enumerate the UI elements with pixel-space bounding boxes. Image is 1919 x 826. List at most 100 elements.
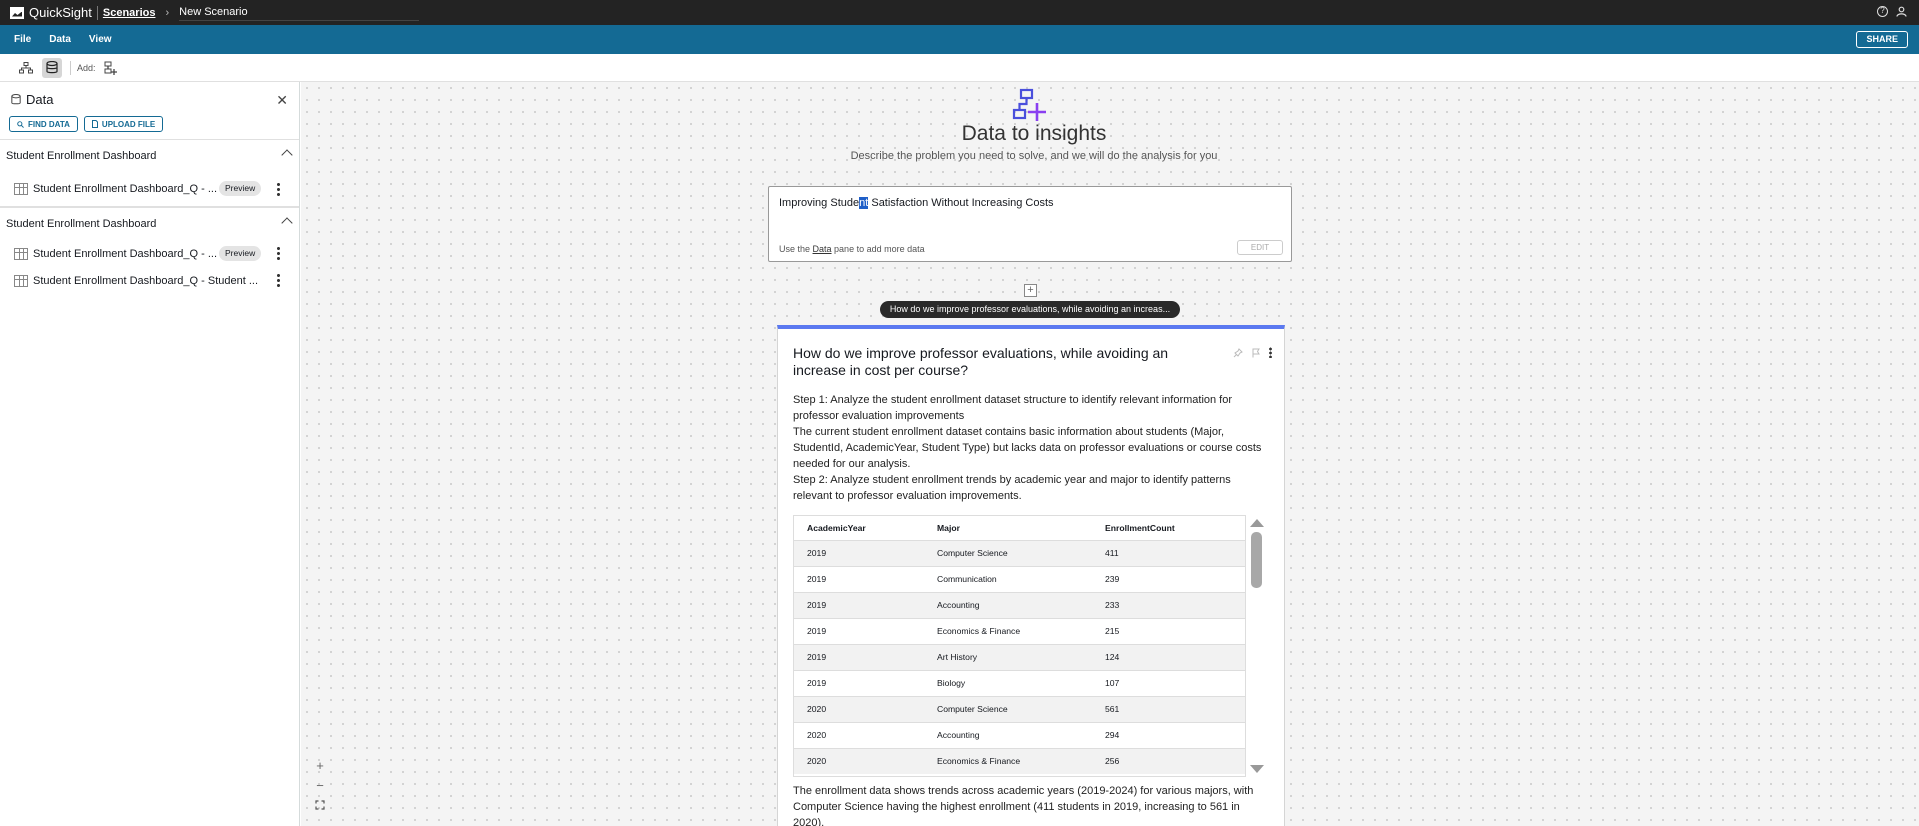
table-row: 2019 Accounting 233 <box>794 591 1245 618</box>
menu-view[interactable]: View <box>89 34 112 45</box>
column-header[interactable]: Major <box>924 516 1092 540</box>
scroll-thumb[interactable] <box>1251 532 1262 588</box>
hint-text: Use the <box>779 244 813 254</box>
table-cell: 107 <box>1092 669 1245 696</box>
top-bar: QuickSight Scenarios › New Scenario ? <box>0 0 1919 25</box>
more-options-icon[interactable] <box>277 246 280 261</box>
selected-text: nt <box>859 197 869 209</box>
table-cell: Biology <box>924 669 1092 696</box>
dataset-group-header[interactable]: Student Enrollment Dashboard <box>0 207 299 240</box>
table-row: 2019 Computer Science 411 <box>794 539 1245 566</box>
table-cell: 215 <box>1092 617 1245 644</box>
table-cell: 2019 <box>794 591 924 618</box>
menu-data[interactable]: Data <box>49 34 71 45</box>
divider <box>96 5 98 20</box>
dataset-group-header[interactable]: Student Enrollment Dashboard <box>0 139 299 172</box>
scroll-up-icon[interactable] <box>1250 519 1264 527</box>
more-options-icon[interactable] <box>277 182 280 197</box>
column-header[interactable]: EnrollmentCount <box>1092 516 1245 540</box>
scenario-name-field[interactable]: New Scenario <box>179 4 420 21</box>
find-data-button[interactable]: FIND DATA <box>9 116 78 132</box>
data-to-insights-icon <box>1012 88 1046 121</box>
analysis-summary: The enrollment data shows trends across … <box>793 785 1254 826</box>
dataset-group-name: Student Enrollment Dashboard <box>6 150 157 162</box>
zoom-in-button[interactable]: + <box>312 756 328 776</box>
table-cell: Communication <box>924 565 1092 592</box>
quicksight-logo-icon <box>10 6 24 19</box>
table-row: 2019 Biology 107 <box>794 669 1245 696</box>
table-cell: 239 <box>1092 565 1245 592</box>
search-icon <box>17 120 24 128</box>
table-cell: Computer Science <box>924 695 1092 722</box>
table-cell: Computer Science <box>924 539 1092 566</box>
add-block-icon <box>104 61 117 75</box>
page-title: Data to insights <box>961 122 1107 145</box>
card-body: Step 1: Analyze the student enrollment d… <box>793 392 1271 504</box>
add-step-button[interactable]: + <box>1024 284 1037 297</box>
prompt-text-segment: Satisfaction Without Increasing Costs <box>868 197 1054 209</box>
divider <box>70 60 71 75</box>
quicksight-logo[interactable]: QuickSight <box>10 5 92 20</box>
table-icon <box>14 274 28 287</box>
chevron-up-icon[interactable] <box>281 149 293 161</box>
table-row: 2020 Computer Science 561 <box>794 695 1245 722</box>
hierarchy-view-button[interactable] <box>16 58 36 78</box>
dataset-group: Student Enrollment Dashboard Student Enr… <box>0 207 299 294</box>
scenario-canvas[interactable]: Data to insights Describe the problem yo… <box>301 82 1919 826</box>
table-cell: 2020 <box>794 721 924 748</box>
user-icon[interactable] <box>1896 6 1907 20</box>
flag-icon[interactable] <box>1251 348 1261 358</box>
help-icon[interactable]: ? <box>1877 6 1888 17</box>
zoom-out-button[interactable]: − <box>312 776 328 796</box>
problem-statement-text[interactable]: Improving Student Satisfaction Without I… <box>779 197 1054 209</box>
page-subtitle: Describe the problem you need to solve, … <box>850 150 1218 162</box>
scroll-down-icon[interactable] <box>1250 765 1264 773</box>
dataset-item[interactable]: Student Enrollment Dashboard_Q - ... Pre… <box>0 240 299 267</box>
table-cell: Economics & Finance <box>924 617 1092 644</box>
dataset-item[interactable]: Student Enrollment Dashboard_Q - ... Pre… <box>0 172 299 206</box>
problem-statement-input[interactable]: Improving Student Satisfaction Without I… <box>768 186 1292 262</box>
menu-file[interactable]: File <box>14 34 31 45</box>
zoom-controls: + − <box>312 756 328 816</box>
step-2-title: Step 2: Analyze student enrollment trend… <box>793 474 1231 502</box>
table-scrollbar[interactable] <box>1250 515 1264 777</box>
fit-to-screen-button[interactable] <box>312 796 328 816</box>
table-cell: 233 <box>1092 591 1245 618</box>
pin-icon[interactable] <box>1233 347 1243 358</box>
question-pill[interactable]: How do we improve professor evaluations,… <box>880 301 1180 318</box>
data-pane-hint: Use the Data pane to add more data <box>779 244 925 254</box>
toolbar: Add: <box>0 54 1919 82</box>
table-icon <box>14 247 28 260</box>
table-cell: 2020 <box>794 695 924 722</box>
edit-button[interactable]: EDIT <box>1237 240 1283 255</box>
fit-screen-icon <box>315 800 325 810</box>
upload-file-button[interactable]: UPLOAD FILE <box>83 116 164 132</box>
add-block-button[interactable] <box>101 58 121 78</box>
data-pane-button[interactable] <box>42 57 62 78</box>
preview-button[interactable]: Preview <box>219 246 262 261</box>
dataset-item[interactable]: Student Enrollment Dashboard_Q - Student… <box>0 267 299 294</box>
dataset-item-name: Student Enrollment Dashboard_Q - ... <box>33 247 218 260</box>
data-pane-link[interactable]: Data <box>813 244 832 254</box>
more-options-icon[interactable] <box>1269 347 1272 358</box>
table-row: 2019 Economics & Finance 215 <box>794 617 1245 644</box>
table-row: 2020 Economics & Finance 256 <box>794 747 1245 774</box>
preview-button[interactable]: Preview <box>219 181 262 196</box>
dataset-group-name: Student Enrollment Dashboard <box>6 218 157 230</box>
hierarchy-icon <box>19 61 33 73</box>
chevron-up-icon[interactable] <box>281 217 293 229</box>
table-cell: 2019 <box>794 617 924 644</box>
breadcrumb-scenarios-link[interactable]: Scenarios <box>103 7 156 19</box>
table-cell: 2019 <box>794 643 924 670</box>
table-cell: 124 <box>1092 643 1245 670</box>
table-cell: 2019 <box>794 669 924 696</box>
results-table[interactable]: AcademicYear Major EnrollmentCount 2019 C… <box>793 515 1246 777</box>
more-options-icon[interactable] <box>277 273 280 288</box>
table-icon <box>14 183 28 195</box>
step-1-title: Step 1: Analyze the student enrollment d… <box>793 394 1233 422</box>
chevron-right-icon: › <box>165 6 170 19</box>
database-icon <box>11 93 21 104</box>
column-header[interactable]: AcademicYear <box>794 516 924 540</box>
close-icon[interactable]: ✕ <box>276 92 288 109</box>
share-button[interactable]: SHARE <box>1856 31 1908 48</box>
